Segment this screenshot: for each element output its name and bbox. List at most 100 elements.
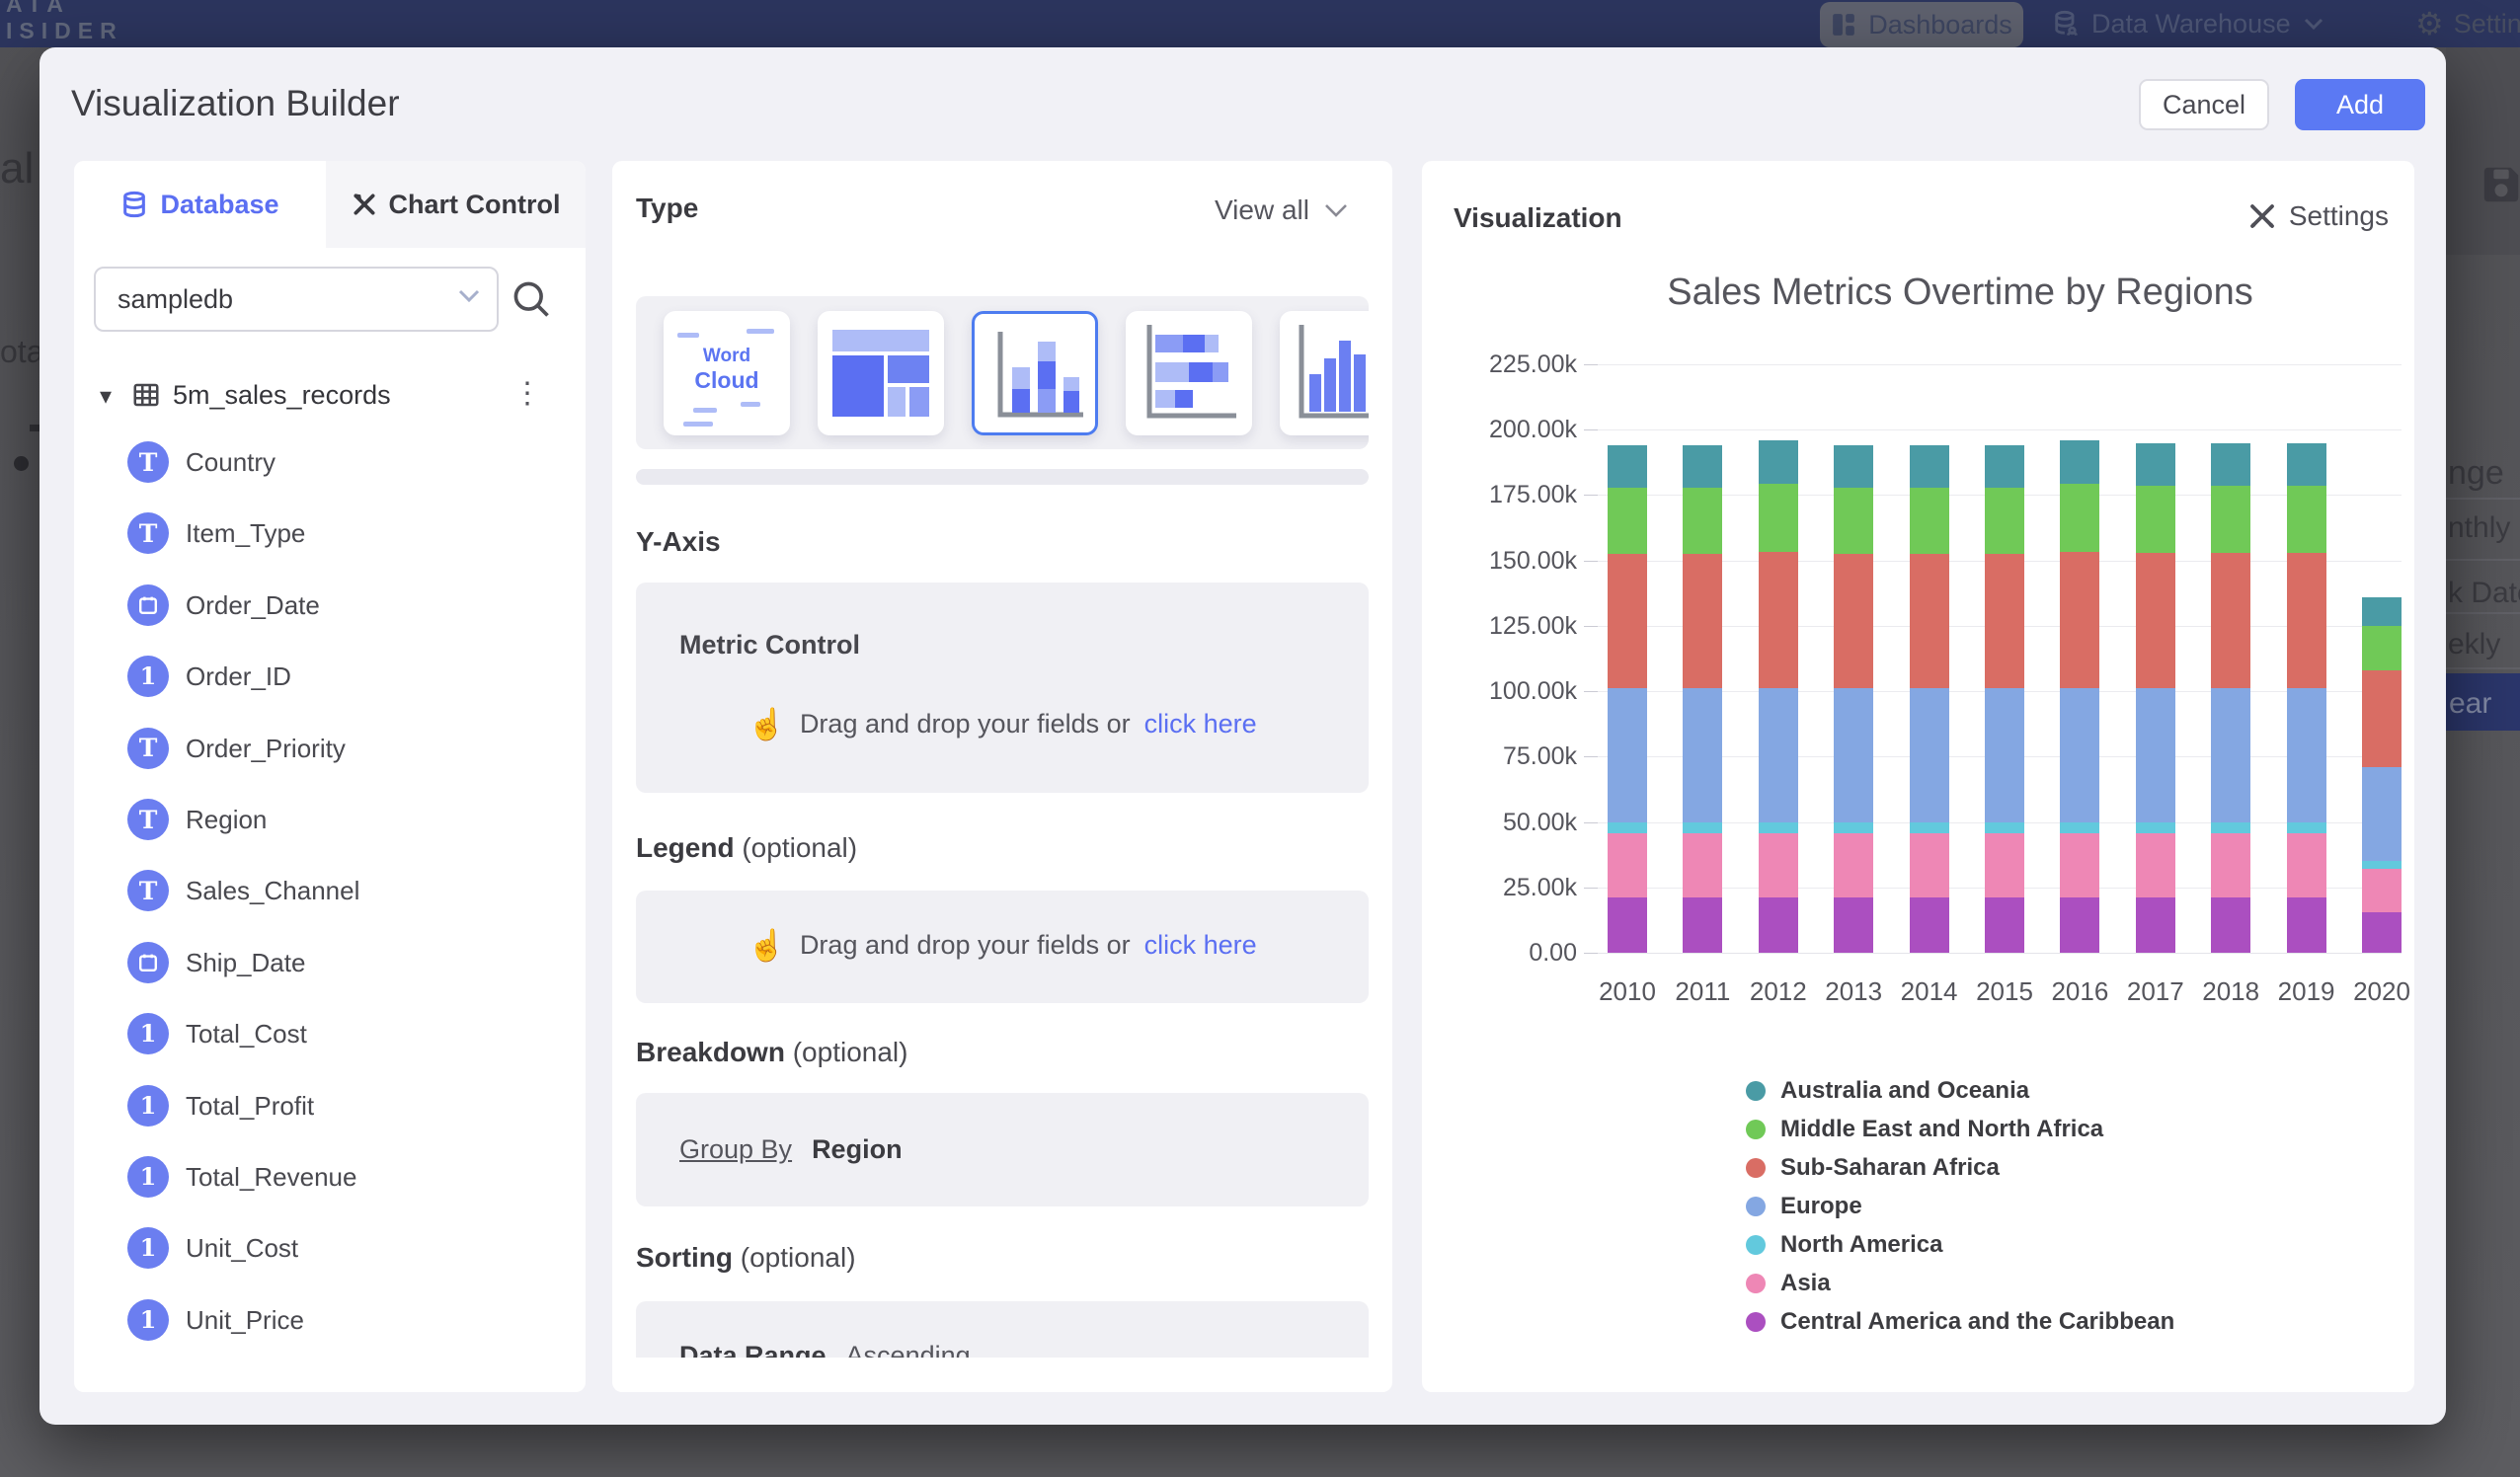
bar-segment — [2287, 688, 2326, 822]
axis-tick — [1584, 953, 1598, 954]
database-icon — [120, 191, 148, 218]
field-item-order-id[interactable]: 1 Order_ID — [74, 654, 586, 705]
legend-item[interactable]: Central America and the Caribbean — [1746, 1302, 2174, 1341]
collapse-caret-icon[interactable]: ▾ — [100, 382, 112, 411]
legend-dropzone[interactable]: ☝ Drag and drop your fields or click her… — [636, 891, 1369, 1003]
bar-segment — [1683, 833, 1722, 897]
click-here-link[interactable]: click here — [1144, 709, 1257, 739]
database-select[interactable]: sampledb — [94, 267, 499, 332]
background-text-fragment: ota — [0, 334, 39, 370]
breakdown-section-title: Breakdown (optional) — [636, 1037, 907, 1068]
bar-2015[interactable] — [1985, 445, 2024, 953]
legend-item[interactable]: North America — [1746, 1225, 2174, 1264]
bar-2014[interactable] — [1910, 445, 1949, 953]
legend-item[interactable]: Australia and Oceania — [1746, 1071, 2174, 1110]
legend-item[interactable]: Asia — [1746, 1264, 2174, 1302]
number-field-icon: 1 — [127, 1085, 169, 1127]
field-item-order-date[interactable]: Order_Date — [74, 583, 586, 634]
bar-segment — [2362, 861, 2402, 869]
view-all-button[interactable]: View all — [1215, 194, 1349, 226]
kebab-menu-icon[interactable]: ⋮ — [512, 376, 542, 411]
field-item-country[interactable]: TCountry — [74, 439, 586, 491]
legend-item[interactable]: Middle East and North Africa — [1746, 1110, 2174, 1148]
field-item-item-type[interactable]: TItem_Type — [74, 510, 586, 562]
metric-control-dropzone[interactable]: Metric Control ☝ Drag and drop your fiel… — [636, 583, 1369, 793]
field-item-unit-cost[interactable]: 1Unit_Cost — [74, 1225, 586, 1277]
bar-segment — [2136, 443, 2175, 486]
nav-data-warehouse: Data Warehouse — [2052, 0, 2324, 47]
tap-hand-icon: ☝ — [748, 930, 786, 961]
group-by-link[interactable]: Group By — [679, 1134, 792, 1165]
cancel-button[interactable]: Cancel — [2139, 79, 2269, 130]
chart-type-stacked-bar[interactable] — [1126, 311, 1252, 435]
gridline — [1598, 364, 2402, 365]
tab-database[interactable]: Database — [74, 161, 326, 248]
bar-segment — [1683, 688, 1722, 822]
background-text-fragment: k Date — [2448, 577, 2520, 610]
bar-segment — [2060, 484, 2099, 552]
field-item-total-cost[interactable]: 1Total_Cost — [74, 1011, 586, 1062]
chart-type-stacked-column[interactable] — [972, 311, 1098, 435]
bar-2018[interactable] — [2211, 443, 2250, 953]
breakdown-box[interactable]: Group By Region — [636, 1093, 1369, 1206]
bar-segment — [2060, 552, 2099, 688]
field-label: Order_ID — [186, 661, 291, 692]
bar-2020[interactable] — [2362, 597, 2402, 953]
field-item-total-revenue[interactable]: 1Total_Revenue — [74, 1154, 586, 1205]
add-button[interactable]: Add — [2295, 79, 2425, 130]
click-here-link[interactable]: click here — [1144, 930, 1257, 961]
field-item-total-profit[interactable]: 1Total_Profit — [74, 1083, 586, 1134]
field-item-unit-price[interactable]: 1Unit_Price — [74, 1297, 586, 1349]
bar-segment — [1910, 822, 1949, 833]
bar-2012[interactable] — [1759, 440, 1798, 953]
field-item-region[interactable]: TRegion — [74, 797, 586, 848]
bar-2016[interactable] — [2060, 440, 2099, 953]
legend-item[interactable]: Sub-Saharan Africa — [1746, 1148, 2174, 1187]
bar-2017[interactable] — [2136, 443, 2175, 953]
background-tick — [30, 425, 39, 431]
text-field-icon: T — [127, 728, 169, 769]
bar-segment — [1608, 445, 1647, 487]
x-axis-tick-label: 2015 — [1965, 976, 2044, 1007]
number-field-icon: 1 — [127, 656, 169, 697]
x-axis-tick-label: 2018 — [2191, 976, 2270, 1007]
bar-segment — [2362, 767, 2402, 861]
top-navigation-bar: ATAISIDER Dashboards Data Warehouse ⚙ Se… — [0, 0, 2520, 47]
field-item-ship-date[interactable]: Ship_Date — [74, 940, 586, 991]
bar-segment — [2211, 688, 2250, 822]
field-item-order-priority[interactable]: TOrder_Priority — [74, 726, 586, 777]
nav-label: Data Warehouse — [2091, 9, 2291, 39]
tools-icon — [2247, 201, 2277, 231]
search-button[interactable] — [510, 277, 553, 321]
chart-type-word-cloud[interactable]: Word Cloud — [664, 311, 790, 435]
bar-2011[interactable] — [1683, 445, 1722, 953]
bar-segment — [1985, 488, 2024, 555]
settings-button[interactable]: Settings — [2247, 200, 2389, 232]
legend-item[interactable]: Europe — [1746, 1187, 2174, 1225]
chart-type-scrollbar[interactable] — [636, 469, 1369, 485]
background-bullet — [14, 456, 29, 471]
chart-type-strip: Word Cloud — [636, 296, 1369, 449]
field-label: Ship_Date — [186, 948, 305, 978]
divider — [2446, 559, 2520, 561]
view-all-label: View all — [1215, 194, 1309, 226]
chart-type-treemap[interactable] — [818, 311, 944, 435]
legend-dot — [1746, 1081, 1766, 1101]
bar-2013[interactable] — [1834, 445, 1873, 953]
y-axis-tick-label: 0.00 — [1458, 939, 1577, 968]
bar-segment — [2287, 553, 2326, 687]
bar-segment — [1759, 688, 1798, 822]
y-axis-tick-label: 100.00k — [1458, 677, 1577, 706]
x-axis-tick-label: 2013 — [1814, 976, 1893, 1007]
chart-type-histogram[interactable] — [1280, 311, 1369, 435]
sorting-box[interactable]: Data Range Ascending — [636, 1301, 1369, 1358]
table-name[interactable]: 5m_sales_records — [173, 380, 391, 411]
field-label: Region — [186, 805, 267, 835]
bar-segment — [2136, 833, 2175, 897]
bar-segment — [2362, 670, 2402, 767]
bar-2010[interactable] — [1608, 445, 1647, 953]
tab-chart-control[interactable]: Chart Control — [326, 161, 586, 248]
field-item-sales-channel[interactable]: TSales_Channel — [74, 868, 586, 919]
bar-2019[interactable] — [2287, 443, 2326, 953]
y-axis-tick-label: 150.00k — [1458, 547, 1577, 576]
